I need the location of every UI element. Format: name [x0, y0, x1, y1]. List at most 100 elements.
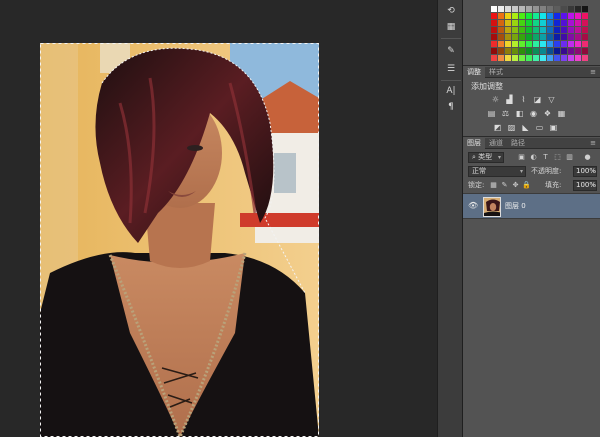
- swatch-cell[interactable]: [561, 55, 567, 61]
- vibrance-icon[interactable]: ▽: [547, 95, 556, 104]
- threshold-icon[interactable]: ◣: [521, 123, 530, 132]
- swatch-cell[interactable]: [533, 48, 539, 54]
- opacity-field[interactable]: 100% ▾: [573, 166, 597, 177]
- exposure-icon[interactable]: ◪: [533, 95, 542, 104]
- swatch-cell[interactable]: [568, 20, 574, 26]
- swatch-cell[interactable]: [547, 34, 553, 40]
- swatch-cell[interactable]: [561, 34, 567, 40]
- swatch-cell[interactable]: [505, 13, 511, 19]
- swatch-cell[interactable]: [547, 41, 553, 47]
- swatch-cell[interactable]: [512, 13, 518, 19]
- canvas-workspace[interactable]: [0, 0, 437, 437]
- filter-shape-icon[interactable]: ⬚: [553, 153, 562, 162]
- swatch-cell[interactable]: [533, 41, 539, 47]
- swatch-cell[interactable]: [526, 27, 532, 33]
- curves-icon[interactable]: ⌇: [519, 95, 528, 104]
- swatch-cell[interactable]: [526, 48, 532, 54]
- swatch-cell[interactable]: [547, 55, 553, 61]
- filter-adjustment-icon[interactable]: ◐: [529, 153, 538, 162]
- swatch-cell[interactable]: [554, 6, 560, 12]
- swatch-cell[interactable]: [582, 20, 588, 26]
- swatch-cell[interactable]: [547, 48, 553, 54]
- swatch-cell[interactable]: [498, 48, 504, 54]
- swatch-cell[interactable]: [519, 55, 525, 61]
- swatch-cell[interactable]: [533, 27, 539, 33]
- swatch-cell[interactable]: [568, 48, 574, 54]
- swatch-cell[interactable]: [568, 6, 574, 12]
- layer-thumbnail[interactable]: [483, 197, 501, 217]
- lock-transparent-icon[interactable]: ▦: [489, 181, 498, 190]
- swatch-cell[interactable]: [554, 41, 560, 47]
- lock-image-icon[interactable]: ✎: [500, 181, 509, 190]
- tab-paths[interactable]: 路径: [507, 138, 529, 149]
- tab-channels[interactable]: 通道: [485, 138, 507, 149]
- tab-layers[interactable]: 图层: [463, 138, 485, 149]
- swatch-cell[interactable]: [575, 55, 581, 61]
- swatch-cell[interactable]: [505, 27, 511, 33]
- swatch-cell[interactable]: [519, 48, 525, 54]
- document-canvas[interactable]: [40, 43, 319, 437]
- swatch-cell[interactable]: [540, 41, 546, 47]
- panel-menu-icon[interactable]: ≡: [590, 67, 596, 78]
- swatch-cell[interactable]: [554, 27, 560, 33]
- layer-kind-filter[interactable]: ⌕ 类型 ▾: [468, 152, 504, 163]
- swatch-cell[interactable]: [526, 34, 532, 40]
- invert-icon[interactable]: ◩: [493, 123, 502, 132]
- swatch-cell[interactable]: [540, 55, 546, 61]
- lock-position-icon[interactable]: ✥: [511, 181, 520, 190]
- swatch-cell[interactable]: [512, 20, 518, 26]
- swatch-cell[interactable]: [498, 20, 504, 26]
- tab-adjustments[interactable]: 调整: [463, 67, 485, 78]
- filter-smart-object-icon[interactable]: ▥: [565, 153, 574, 162]
- brightness-icon[interactable]: ☼: [491, 95, 500, 104]
- swatch-cell[interactable]: [575, 34, 581, 40]
- swatch-cell[interactable]: [554, 13, 560, 19]
- swatch-cell[interactable]: [575, 6, 581, 12]
- blend-mode-select[interactable]: 正常 ▾: [468, 166, 526, 177]
- hue-saturation-icon[interactable]: ▤: [487, 109, 496, 118]
- swatch-cell[interactable]: [561, 13, 567, 19]
- layer-name[interactable]: 图层 0: [505, 202, 526, 211]
- swatch-cell[interactable]: [491, 41, 497, 47]
- swatch-cell[interactable]: [540, 34, 546, 40]
- swatch-cell[interactable]: [519, 20, 525, 26]
- adjust-sliders-icon[interactable]: ☰: [443, 62, 459, 76]
- black-white-icon[interactable]: ◧: [515, 109, 524, 118]
- swatch-cell[interactable]: [533, 20, 539, 26]
- filter-pixel-icon[interactable]: ▣: [517, 153, 526, 162]
- tab-styles[interactable]: 样式: [485, 67, 507, 78]
- photo-filter-icon[interactable]: ◉: [529, 109, 538, 118]
- filter-toggle-icon[interactable]: ●: [583, 153, 592, 162]
- swatch-cell[interactable]: [561, 6, 567, 12]
- swatch-cell[interactable]: [575, 27, 581, 33]
- swatch-cell[interactable]: [512, 27, 518, 33]
- swatch-cell[interactable]: [505, 20, 511, 26]
- swatch-cell[interactable]: [582, 13, 588, 19]
- swatch-cell[interactable]: [498, 13, 504, 19]
- swatch-cell[interactable]: [575, 48, 581, 54]
- color-lookup-icon[interactable]: ▦: [557, 109, 566, 118]
- swatch-cell[interactable]: [519, 6, 525, 12]
- swatch-cell[interactable]: [498, 34, 504, 40]
- character-icon[interactable]: A|: [443, 84, 459, 98]
- swatch-cell[interactable]: [554, 55, 560, 61]
- brush-settings-icon[interactable]: ✎: [443, 44, 459, 58]
- swatch-cell[interactable]: [519, 13, 525, 19]
- swatch-cell[interactable]: [512, 48, 518, 54]
- swatch-cell[interactable]: [561, 20, 567, 26]
- swatch-cell[interactable]: [498, 41, 504, 47]
- swatch-cell[interactable]: [568, 13, 574, 19]
- swatch-cell[interactable]: [582, 6, 588, 12]
- levels-icon[interactable]: ▟: [505, 95, 514, 104]
- swatch-cell[interactable]: [512, 55, 518, 61]
- swatch-cell[interactable]: [498, 27, 504, 33]
- lock-all-icon[interactable]: 🔒: [522, 181, 531, 190]
- swatch-cell[interactable]: [491, 55, 497, 61]
- swatch-cell[interactable]: [533, 34, 539, 40]
- swatch-cell[interactable]: [519, 27, 525, 33]
- swatch-cell[interactable]: [554, 20, 560, 26]
- swatch-cell[interactable]: [540, 48, 546, 54]
- swatch-cell[interactable]: [582, 27, 588, 33]
- swatch-cell[interactable]: [519, 34, 525, 40]
- panel-menu-icon[interactable]: ≡: [590, 138, 596, 149]
